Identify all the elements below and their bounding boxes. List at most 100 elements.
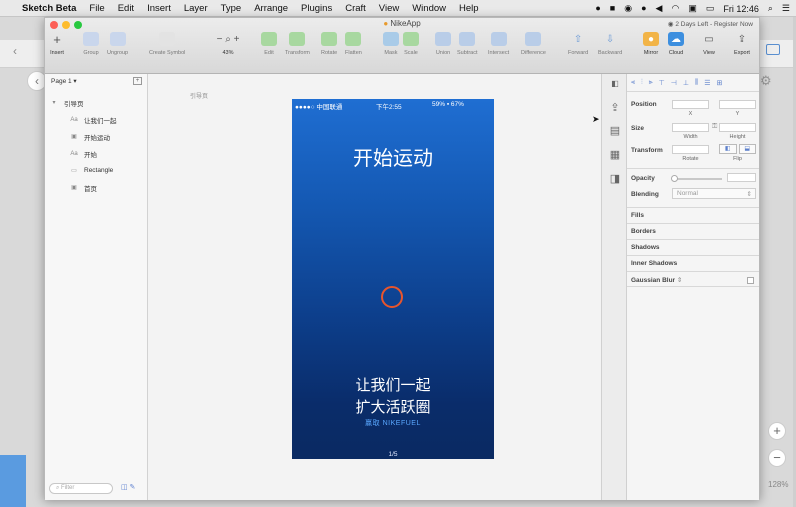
menu-view[interactable]: View (379, 3, 399, 14)
toolbar-view[interactable]: ▭ View (701, 32, 717, 57)
toolbar-transform[interactable]: Transform (285, 32, 310, 56)
layer-item[interactable]: ▣ 开始运动 (45, 129, 147, 144)
opacity-slider[interactable] (672, 178, 722, 180)
distribute-h-icon[interactable]: ⫼ (695, 79, 698, 87)
trial-notice-text: 2 Days Left - Register Now (675, 21, 753, 28)
wechat-icon[interactable]: ● (595, 4, 600, 13)
rotate-field[interactable] (672, 145, 709, 154)
toolbar-group[interactable]: Group (83, 32, 99, 56)
layer-item[interactable]: Aa 让我们一起 (45, 112, 147, 127)
toolbar-mirror[interactable]: ● Mirror (643, 32, 659, 56)
toolbar-edit[interactable]: Edit (261, 32, 277, 56)
toolbar-flatten[interactable]: Flatten (345, 32, 362, 56)
toolbar-difference[interactable]: Difference (521, 32, 546, 56)
transform-icon (289, 32, 306, 46)
notification-icon[interactable]: ● (641, 4, 646, 13)
filter-options-icon[interactable]: ◫ ✎ (121, 483, 135, 491)
distribute-v-icon[interactable]: ☰ (704, 79, 710, 87)
style-tab-icon[interactable]: ◧ (608, 79, 622, 93)
layer-item[interactable]: ▣ 首页 (45, 180, 147, 195)
toolbar-insert[interactable]: + Insert (49, 32, 65, 57)
toolbar-intersect[interactable]: Intersect (488, 32, 509, 56)
zoom-in-button[interactable]: + (768, 422, 786, 440)
y-field[interactable] (719, 100, 756, 109)
lock-icon[interactable]: ⚿ (712, 123, 717, 131)
section-shadows[interactable]: Shadows (627, 239, 759, 255)
trial-notice[interactable]: ◉ 2 Days Left - Register Now (668, 20, 753, 28)
menu-layer[interactable]: Layer (184, 3, 208, 14)
section-borders[interactable]: Borders (627, 223, 759, 239)
toolbar-cloud[interactable]: ☁ Cloud (668, 32, 684, 56)
back-arrow-icon[interactable]: ‹ (4, 44, 26, 62)
layer-item[interactable]: ▭ Rectangle (45, 163, 147, 178)
smart-distribute-icon[interactable]: ⊞ (717, 79, 723, 87)
menu-edit[interactable]: Edit (118, 3, 134, 14)
menu-insert[interactable]: Insert (147, 3, 171, 14)
toolbar-union[interactable]: Union (435, 32, 451, 56)
zoom-out-button[interactable]: − (768, 449, 786, 467)
section-fills[interactable]: Fills (627, 207, 759, 223)
page-selector[interactable]: Page 1 ▾ (51, 77, 77, 85)
status-icon[interactable]: ■ (610, 4, 615, 13)
toolbar-export[interactable]: ⇪ Export (734, 32, 750, 57)
align-bottom-icon[interactable]: ⊥ (683, 79, 689, 87)
section-gaussian-blur[interactable]: Gaussian Blur ⇕ (627, 271, 759, 287)
section-inner-shadows[interactable]: Inner Shadows (627, 255, 759, 271)
toolbar-label: Mirror (643, 50, 659, 56)
align-top-icon[interactable]: ⊤ (659, 79, 665, 87)
flip-vertical-icon[interactable]: ⬓ (738, 144, 756, 154)
menu-file[interactable]: File (89, 3, 104, 14)
record-icon[interactable]: ◉ (624, 4, 632, 13)
toolbar-label: Export (734, 50, 750, 56)
disclosure-icon[interactable]: ▾ (49, 99, 59, 106)
start-ring-icon[interactable] (381, 286, 403, 308)
menu-app[interactable]: Sketch Beta (22, 3, 76, 14)
toolbar-backward[interactable]: ⇩ Backward (598, 32, 622, 57)
toolbar-create-symbol[interactable]: Create Symbol (149, 32, 185, 56)
opacity-field[interactable] (727, 173, 756, 182)
menu-arrange[interactable]: Arrange (254, 3, 288, 14)
search-icon[interactable]: ⌕ (768, 4, 773, 13)
flip-horizontal-icon[interactable]: ◧ (719, 144, 737, 154)
toolbar-forward[interactable]: ⇧ Forward (568, 32, 588, 57)
menu-plugins[interactable]: Plugins (301, 3, 332, 14)
opacity-slider-thumb[interactable] (671, 175, 678, 182)
menu-type[interactable]: Type (221, 3, 242, 14)
toolbar-ungroup[interactable]: Ungroup (107, 32, 128, 56)
height-field[interactable] (719, 123, 756, 132)
toolbar-mask[interactable]: Mask (383, 32, 399, 56)
toolbar-subtract[interactable]: Subtract (457, 32, 477, 56)
x-field[interactable] (672, 100, 709, 109)
layer-item[interactable]: Aa 开始 (45, 146, 147, 161)
align-right-icon[interactable]: ⫸ (649, 79, 653, 87)
align-middle-icon[interactable]: ⊣ (671, 79, 677, 87)
menu-help[interactable]: Help (459, 3, 479, 14)
menu-craft[interactable]: Craft (345, 3, 366, 14)
volume-icon[interactable]: ◀ (656, 4, 663, 13)
artboard[interactable]: ●●●●○ 中国联通 下午2:55 59% ▪ 67% 开始运动 让我们一起 扩… (292, 99, 494, 459)
toolbar-rotate[interactable]: Rotate (321, 32, 337, 56)
menu-list-icon[interactable]: ☰ (782, 4, 790, 13)
layout-icon[interactable]: ▦ (608, 148, 622, 162)
artboard-label[interactable]: 引导页 (190, 91, 208, 100)
battery-icon[interactable]: ▭ (706, 4, 715, 13)
toolbar-scale[interactable]: Scale (403, 32, 419, 56)
toolbar-zoom[interactable]: − ⌕ + 43% (213, 32, 243, 57)
gear-icon[interactable]: ⚙ (760, 73, 772, 89)
wifi-icon[interactable]: ◠ (671, 4, 679, 13)
gaussian-blur-checkbox[interactable] (747, 277, 754, 284)
filter-input[interactable]: ⌕ Filter (49, 483, 113, 494)
blending-select[interactable]: Normal ⇕ (672, 188, 756, 199)
layer-artboard[interactable]: ▾ 引导页 (45, 95, 147, 110)
align-center-icon[interactable]: ⫶ (641, 79, 643, 87)
align-left-icon[interactable]: ⫷ (631, 79, 635, 87)
add-page-icon[interactable]: + (133, 77, 142, 85)
width-field[interactable] (672, 123, 709, 132)
control-icon[interactable]: ▣ (688, 4, 697, 13)
nikefuel-label: NIKEFUEL (382, 420, 421, 427)
sidebar-toggle-icon[interactable] (766, 44, 780, 55)
share-icon[interactable]: ⇪ (608, 101, 622, 115)
menu-window[interactable]: Window (412, 3, 446, 14)
symbols-icon[interactable]: ◨ (608, 172, 622, 186)
print-icon[interactable]: ▤ (608, 124, 622, 138)
